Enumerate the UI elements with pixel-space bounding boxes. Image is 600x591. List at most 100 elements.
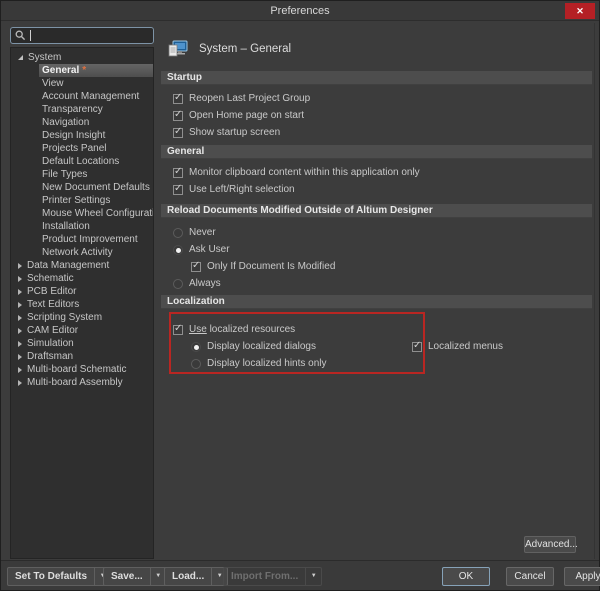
tree-label: Design Insight: [42, 130, 105, 141]
reload-options: Never Ask User ✓ Only If Document Is Mod…: [159, 224, 594, 292]
radio-ask-user[interactable]: Ask User: [159, 241, 594, 258]
dropdown-arrow-icon[interactable]: ▼: [306, 567, 322, 586]
sidebar-item-scripting-system[interactable]: Scripting System: [11, 311, 153, 324]
sidebar-item-system[interactable]: System: [11, 51, 153, 64]
sidebar-item-product-improvement[interactable]: Product Improvement: [39, 233, 153, 246]
checkbox-icon: ✓: [173, 94, 183, 104]
preferences-tree: SystemGeneral*ViewAccount Management Tran…: [10, 47, 154, 559]
sidebar-item-view[interactable]: View: [39, 77, 153, 90]
apply-button[interactable]: Apply: [564, 567, 600, 586]
tree-label: System: [28, 52, 61, 63]
radio-display-localized-hints[interactable]: Display localized hints only: [159, 355, 594, 372]
sidebar-item-general[interactable]: General*: [39, 64, 153, 77]
collapsed-arrow-icon[interactable]: [18, 315, 22, 321]
tree-label: Transparency: [42, 104, 103, 115]
section-header-general: General: [161, 145, 592, 159]
collapsed-arrow-icon[interactable]: [18, 380, 22, 386]
tree-label: Multi-board Schematic: [27, 364, 126, 375]
tree-label: Projects Panel: [42, 143, 106, 154]
tree-label: Mouse Wheel Configuration: [42, 208, 154, 219]
advanced-button[interactable]: Advanced...: [524, 536, 576, 553]
radio-never[interactable]: Never: [159, 224, 594, 241]
sidebar-item-projects-panel[interactable]: Projects Panel: [39, 142, 153, 155]
sidebar-item-design-insight[interactable]: Design Insight: [39, 129, 153, 142]
checkbox-only-if-modified[interactable]: ✓ Only If Document Is Modified: [159, 258, 594, 275]
checkbox-monitor-clipboard-content-within-this-application-only[interactable]: ✓ Monitor clipboard content within this a…: [159, 164, 594, 181]
checkbox-icon: ✓: [173, 168, 183, 178]
tree-label: Account Management: [42, 91, 139, 102]
system-general-icon: [167, 39, 189, 59]
checkbox-use-localized-resources[interactable]: ✓ Use localized resources: [159, 321, 594, 338]
collapsed-arrow-icon[interactable]: [18, 328, 22, 334]
sidebar-item-text-editors[interactable]: Text Editors: [11, 298, 153, 311]
sidebar-item-data-management[interactable]: Data Management: [11, 259, 153, 272]
sidebar-item-transparency[interactable]: Transparency: [39, 103, 153, 116]
checkbox-label: Monitor clipboard content within this ap…: [189, 167, 420, 178]
checkbox-icon: ✓: [412, 342, 422, 352]
sidebar-item-printer-settings[interactable]: Printer Settings: [39, 194, 153, 207]
collapsed-arrow-icon[interactable]: [18, 367, 22, 373]
settings-panel: System – General Startup ✓Reopen Last Pr…: [159, 23, 595, 559]
sidebar-item-file-types[interactable]: File Types: [39, 168, 153, 181]
text-cursor: [30, 30, 31, 41]
tree-label: PCB Editor: [27, 286, 76, 297]
radio-label: Never: [189, 227, 216, 238]
checkbox-localized-menus[interactable]: ✓ Localized menus: [412, 341, 503, 352]
collapsed-arrow-icon[interactable]: [18, 302, 22, 308]
collapsed-arrow-icon[interactable]: [18, 341, 22, 347]
radio-label: Display localized hints only: [207, 358, 327, 369]
sidebar-item-multi-board-schematic[interactable]: Multi-board Schematic: [11, 363, 153, 376]
checkbox-use-left-right-selection[interactable]: ✓Use Left/Right selection: [159, 181, 594, 198]
collapsed-arrow-icon[interactable]: [18, 276, 22, 282]
localization-row: Display localized dialogs ✓ Localized me…: [159, 338, 594, 355]
sidebar-item-network-activity[interactable]: Network Activity: [39, 246, 153, 259]
title-bar: Preferences ✕: [1, 1, 599, 21]
checkbox-label: Show startup screen: [189, 127, 280, 138]
radio-display-localized-dialogs[interactable]: Display localized dialogs: [191, 341, 316, 352]
sidebar-item-navigation[interactable]: Navigation: [39, 116, 153, 129]
set-to-defaults-button[interactable]: Set To Defaults ▼: [7, 567, 111, 586]
checkbox-label: Localized menus: [428, 341, 503, 352]
tree-label: Network Activity: [42, 247, 113, 258]
page-title: System – General: [199, 43, 291, 55]
cancel-button[interactable]: Cancel: [506, 567, 554, 586]
section-header-reload: Reload Documents Modified Outside of Alt…: [161, 204, 592, 218]
tree-label: Schematic: [27, 273, 74, 284]
general-options: ✓ Monitor clipboard content within this a…: [159, 164, 594, 198]
collapsed-arrow-icon[interactable]: [18, 354, 22, 360]
collapsed-arrow-icon[interactable]: [18, 263, 22, 269]
sidebar-item-default-locations[interactable]: Default Locations: [39, 155, 153, 168]
sidebar-item-account-management[interactable]: Account Management: [39, 90, 153, 103]
sidebar-item-pcb-editor[interactable]: PCB Editor: [11, 285, 153, 298]
close-button[interactable]: ✕: [565, 3, 595, 19]
section-header-startup: Startup: [161, 71, 592, 85]
search-input[interactable]: [10, 27, 154, 44]
sidebar-item-cam-editor[interactable]: CAM Editor: [11, 324, 153, 337]
save-button[interactable]: Save... ▼: [103, 567, 167, 586]
radio-icon: [191, 359, 201, 369]
load-button[interactable]: Load... ▼: [164, 567, 228, 586]
checkbox-show-startup-screen[interactable]: ✓Show startup screen: [159, 124, 594, 141]
sidebar-item-multi-board-assembly[interactable]: Multi-board Assembly: [11, 376, 153, 389]
checkbox-icon: ✓: [173, 111, 183, 121]
tree-label: Printer Settings: [42, 195, 110, 206]
checkbox-label: Use localized resources: [189, 324, 295, 335]
checkbox-reopen-last-project-group[interactable]: ✓Reopen Last Project Group: [159, 90, 594, 107]
radio-always[interactable]: Always: [159, 275, 594, 292]
import-from-button[interactable]: Import From... ▼: [223, 567, 322, 586]
ok-button[interactable]: OK: [442, 567, 490, 586]
sidebar-item-schematic[interactable]: Schematic: [11, 272, 153, 285]
tree-label: Installation: [42, 221, 90, 232]
radio-label: Ask User: [189, 244, 230, 255]
collapsed-arrow-icon[interactable]: [18, 289, 22, 295]
sidebar-item-simulation[interactable]: Simulation: [11, 337, 153, 350]
sidebar-item-installation[interactable]: Installation: [39, 220, 153, 233]
expanded-arrow-icon[interactable]: [18, 55, 23, 60]
sidebar-item-new-document-defaults[interactable]: New Document Defaults: [39, 181, 153, 194]
sidebar-item-mouse-wheel-configuration[interactable]: Mouse Wheel Configuration: [39, 207, 153, 220]
checkbox-open-home-page-on-start[interactable]: ✓Open Home page on start: [159, 107, 594, 124]
tree-label: Simulation: [27, 338, 74, 349]
tree-label: Data Management: [27, 260, 109, 271]
sidebar-item-draftsman[interactable]: Draftsman: [11, 350, 153, 363]
footer-bar: Set To Defaults ▼ Save... ▼ Load... ▼ Im…: [1, 560, 599, 590]
